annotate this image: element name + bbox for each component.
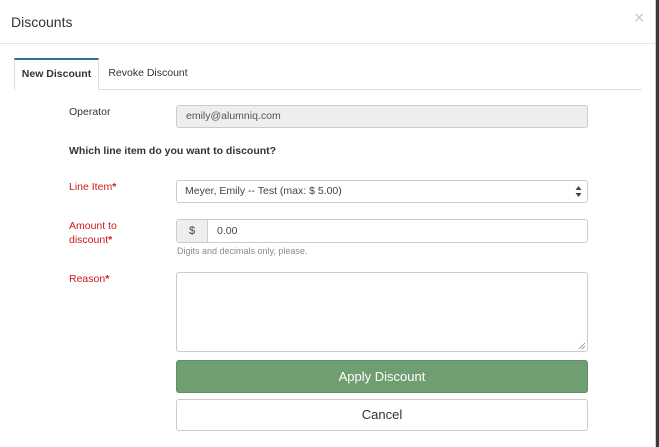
apply-discount-button[interactable]: Apply Discount: [176, 360, 588, 393]
amount-input-group: $ 0.00: [176, 219, 588, 243]
operator-field: emily@alumniq.com: [176, 105, 588, 128]
select-arrows-icon: [575, 186, 582, 197]
currency-addon: $: [177, 220, 208, 242]
amount-label: Amount to discount*: [69, 219, 117, 247]
reason-textarea[interactable]: [176, 272, 588, 352]
line-item-label: Line Item*: [69, 180, 116, 194]
reason-label-text: Reason: [69, 273, 106, 285]
reason-label: Reason*: [69, 272, 109, 286]
close-icon[interactable]: ×: [633, 11, 645, 25]
amount-input[interactable]: 0.00: [217, 220, 237, 242]
tab-bar: New Discount Revoke Discount: [14, 58, 642, 91]
cancel-button[interactable]: Cancel: [176, 399, 588, 431]
line-item-label-text: Line Item: [69, 181, 113, 193]
tab-revoke-discount[interactable]: Revoke Discount: [102, 58, 194, 90]
amount-label-line2: discount: [69, 234, 109, 246]
resize-handle-icon[interactable]: [578, 342, 586, 350]
amount-label-line1: Amount to: [69, 220, 117, 232]
modal-title: Discounts: [11, 14, 73, 30]
required-mark: *: [108, 234, 113, 246]
line-item-selected-value: Meyer, Emily -- Test (max: $ 5.00): [185, 185, 342, 197]
required-mark: *: [112, 181, 117, 193]
tab-new-discount[interactable]: New Discount: [14, 58, 99, 91]
required-mark: *: [105, 273, 110, 285]
discounts-modal: Discounts × New Discount Revoke Discount…: [0, 0, 656, 447]
line-item-select[interactable]: Meyer, Emily -- Test (max: $ 5.00): [176, 180, 588, 203]
line-item-question: Which line item do you want to discount?: [69, 145, 277, 157]
modal-header: Discounts ×: [0, 0, 655, 44]
operator-label: Operator: [69, 106, 111, 118]
amount-help-text: Digits and decimals only, please.: [177, 246, 308, 256]
